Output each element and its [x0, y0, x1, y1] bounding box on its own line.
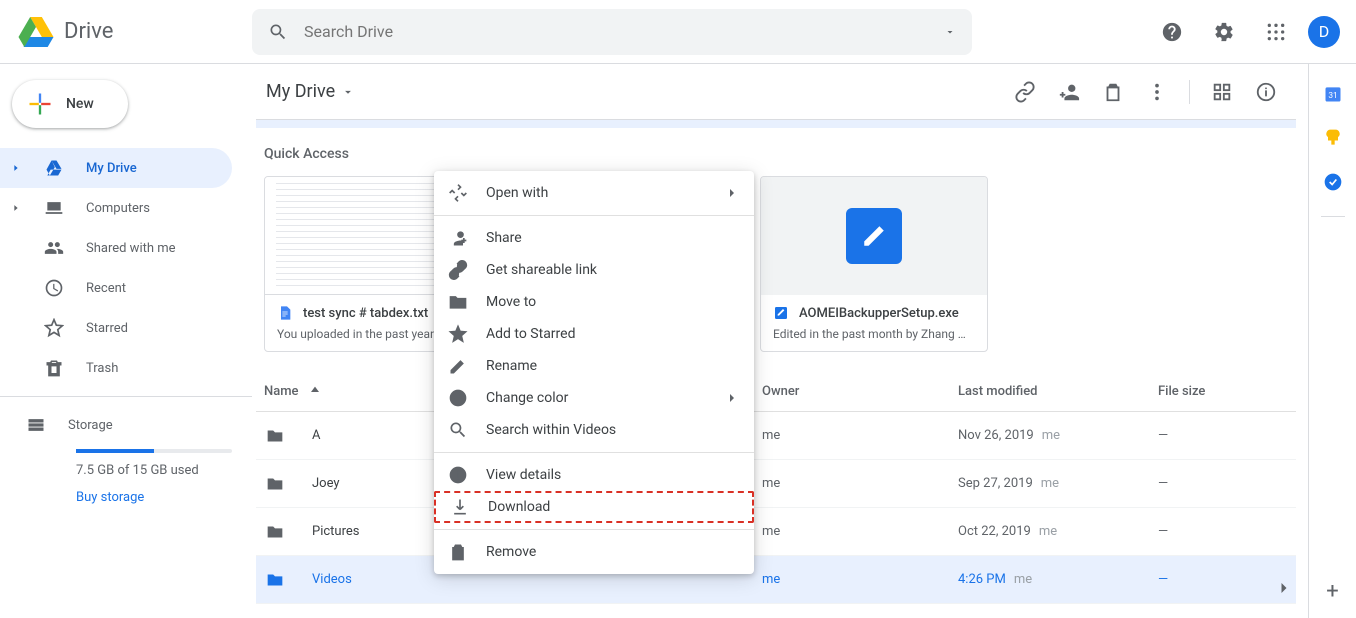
chevron-right-icon — [1274, 578, 1294, 598]
app-icon — [861, 223, 887, 249]
chevron-right-icon — [11, 163, 21, 173]
storage-used-text: 7.5 GB of 15 GB used — [76, 463, 232, 478]
search-bar[interactable] — [252, 9, 972, 55]
svg-text:31: 31 — [1328, 91, 1337, 101]
storage-label: Storage — [68, 418, 113, 433]
plus-icon — [26, 90, 54, 118]
exe-icon — [773, 305, 789, 321]
chevron-right-icon — [724, 185, 740, 201]
cm-share[interactable]: Share — [434, 222, 754, 254]
search-dropdown-icon[interactable] — [944, 26, 956, 38]
column-header-owner[interactable]: Owner — [762, 384, 958, 399]
sidebar-item-label: Starred — [86, 321, 128, 336]
apps-button[interactable] — [1256, 12, 1296, 52]
sidebar-item-storage[interactable]: Storage — [26, 405, 232, 445]
breadcrumb[interactable]: My Drive — [266, 81, 355, 102]
context-menu: Open with Share Get shareable link Move … — [434, 171, 754, 574]
sidebar-item-label: My Drive — [86, 161, 137, 176]
quick-access-title: Quick Access — [256, 138, 1296, 176]
thumbnail — [761, 177, 987, 295]
chevron-right-icon — [11, 203, 21, 213]
new-button-label: New — [66, 96, 94, 112]
quick-access-card[interactable]: AOMEIBackupperSetup.exe Edited in the pa… — [760, 176, 988, 352]
info-icon — [1255, 81, 1277, 103]
cm-change-color[interactable]: Change color — [434, 382, 754, 414]
logo[interactable]: Drive — [16, 12, 252, 52]
more-button[interactable] — [1137, 72, 1177, 112]
grid-view-icon — [1211, 81, 1233, 103]
cm-remove[interactable]: Remove — [434, 536, 754, 568]
sidebar-item-my-drive[interactable]: My Drive — [0, 148, 232, 188]
table-row[interactable]: PicturesmeOct 22, 2019me— — [256, 508, 1296, 556]
cm-move-to[interactable]: Move to — [434, 286, 754, 318]
computer-icon — [44, 198, 64, 218]
apps-grid-icon — [1266, 22, 1286, 42]
search-input[interactable] — [304, 22, 928, 41]
folder-icon — [264, 521, 286, 543]
sidebar-item-label: Recent — [86, 281, 126, 296]
get-link-button[interactable] — [1005, 72, 1045, 112]
delete-button[interactable] — [1093, 72, 1133, 112]
view-grid-button[interactable] — [1202, 72, 1242, 112]
star-icon — [44, 318, 64, 338]
calendar-icon[interactable]: 31 — [1323, 84, 1343, 104]
cm-search-within[interactable]: Search within Videos — [434, 414, 754, 446]
folder-icon — [264, 569, 286, 591]
cm-add-star[interactable]: Add to Starred — [434, 318, 754, 350]
sidebar-item-label: Computers — [86, 201, 150, 216]
tasks-icon[interactable] — [1323, 172, 1343, 192]
sidebar-item-trash[interactable]: Trash — [0, 348, 232, 388]
sidebar-item-computers[interactable]: Computers — [0, 188, 232, 228]
folder-icon — [264, 473, 286, 495]
chevron-right-icon — [724, 390, 740, 406]
info-button[interactable] — [1246, 72, 1286, 112]
trash-icon — [44, 358, 64, 378]
storage-icon — [26, 415, 46, 435]
dropdown-icon — [341, 85, 355, 99]
buy-storage-link[interactable]: Buy storage — [76, 490, 232, 505]
column-header-size[interactable]: File size — [1158, 384, 1288, 399]
cm-rename[interactable]: Rename — [434, 350, 754, 382]
drive-logo-icon — [16, 12, 56, 52]
storage-fill — [76, 449, 154, 453]
docs-icon — [277, 305, 293, 321]
sidebar-item-label: Shared with me — [86, 241, 176, 256]
sidebar-item-label: Trash — [86, 361, 118, 376]
sort-asc-icon — [307, 384, 323, 400]
cm-get-link[interactable]: Get shareable link — [434, 254, 754, 286]
person-add-icon — [1058, 81, 1080, 103]
sidebar-item-shared[interactable]: Shared with me — [0, 228, 232, 268]
info-banner — [256, 120, 1296, 128]
share-button[interactable] — [1049, 72, 1089, 112]
cm-download[interactable]: Download — [434, 491, 754, 523]
table-row[interactable]: Videosme4:26 PMme— — [256, 556, 1296, 604]
keep-icon[interactable] — [1323, 128, 1343, 148]
add-addon-button[interactable]: + — [1326, 579, 1338, 604]
help-icon — [1161, 21, 1183, 43]
settings-button[interactable] — [1204, 12, 1244, 52]
side-panel-expand-button[interactable] — [1264, 568, 1304, 608]
app-name: Drive — [64, 19, 113, 44]
people-icon — [44, 238, 64, 258]
column-header-modified[interactable]: Last modified — [958, 384, 1158, 399]
link-icon — [1014, 81, 1036, 103]
search-icon — [268, 22, 288, 42]
clock-icon — [44, 278, 64, 298]
folder-icon — [264, 425, 286, 447]
more-vert-icon — [1146, 81, 1168, 103]
help-button[interactable] — [1152, 12, 1192, 52]
my-drive-icon — [44, 158, 64, 178]
table-row[interactable]: JoeymeSep 27, 2019me— — [256, 460, 1296, 508]
sidebar-item-recent[interactable]: Recent — [0, 268, 232, 308]
sidebar-item-starred[interactable]: Starred — [0, 308, 232, 348]
storage-bar — [76, 449, 232, 453]
table-row[interactable]: AmeNov 26, 2019me— — [256, 412, 1296, 460]
account-avatar[interactable]: D — [1308, 16, 1340, 48]
gear-icon — [1213, 21, 1235, 43]
new-button[interactable]: New — [12, 80, 128, 128]
cm-open-with[interactable]: Open with — [434, 177, 754, 209]
cm-view-details[interactable]: View details — [434, 459, 754, 491]
trash-icon — [1102, 81, 1124, 103]
